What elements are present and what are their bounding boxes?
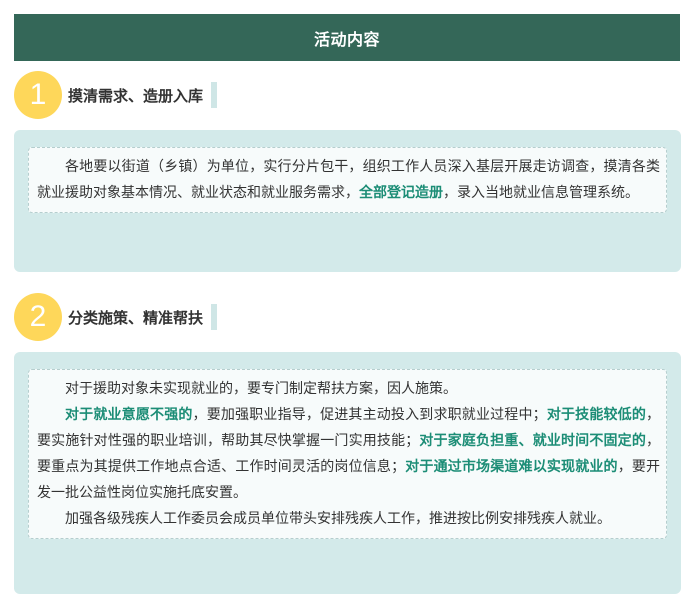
section-1-content: 各地要以街道（乡镇）为单位，实行分片包干，组织工作人员深入基层开展走访调查，摸清…	[28, 147, 667, 213]
highlight-text: 对于家庭负担重、就业时间不固定的	[419, 433, 647, 449]
text-segment: ，要加强职业指导，促进其主动投入到求职就业过程中；	[192, 407, 547, 423]
section-1-heading: 1 摸清需求、造册入库	[14, 71, 218, 119]
title-accent-bar	[211, 82, 218, 108]
section-header: 活动内容	[14, 14, 680, 61]
highlight-text: 全部登记造册	[359, 185, 443, 201]
section-2-heading: 2 分类施策、精准帮扶	[14, 293, 218, 341]
section-1-title-wrap: 摸清需求、造册入库	[54, 81, 218, 109]
section-2-paragraph-2: 对于就业意愿不强的，要加强职业指导，促进其主动投入到求职就业过程中；对于技能较低…	[37, 402, 660, 506]
section-2-content: 对于援助对象未实现就业的，要专门制定帮扶方案，因人施策。 对于就业意愿不强的，要…	[28, 369, 667, 539]
section-1-title: 摸清需求、造册入库	[54, 81, 212, 109]
step-number-circle: 2	[14, 293, 62, 341]
section-2-paragraph-1: 对于援助对象未实现就业的，要专门制定帮扶方案，因人施策。	[65, 381, 457, 397]
title-accent-bar	[211, 304, 218, 330]
section-2-paragraph-3: 加强各级残疾人工作委员会成员单位带头安排残疾人工作，推进按比例安排残疾人就业。	[65, 511, 611, 527]
section-2-box: 对于援助对象未实现就业的，要专门制定帮扶方案，因人施策。 对于就业意愿不强的，要…	[14, 352, 681, 594]
section-2-title-wrap: 分类施策、精准帮扶	[54, 303, 218, 331]
section-1-paragraph: 各地要以街道（乡镇）为单位，实行分片包干，组织工作人员深入基层开展走访调查，摸清…	[37, 154, 660, 206]
highlight-text: 对于技能较低的	[546, 407, 647, 423]
section-2-title: 分类施策、精准帮扶	[54, 303, 212, 331]
step-number-circle: 1	[14, 71, 62, 119]
header-title: 活动内容	[313, 29, 380, 49]
section-1-box: 各地要以街道（乡镇）为单位，实行分片包干，组织工作人员深入基层开展走访调查，摸清…	[14, 130, 681, 272]
highlight-text: 对于就业意愿不强的	[65, 407, 193, 423]
highlight-text: 对于通过市场渠道难以实现就业的	[405, 459, 618, 475]
text-segment: ，录入当地就业信息管理系统。	[443, 185, 639, 201]
